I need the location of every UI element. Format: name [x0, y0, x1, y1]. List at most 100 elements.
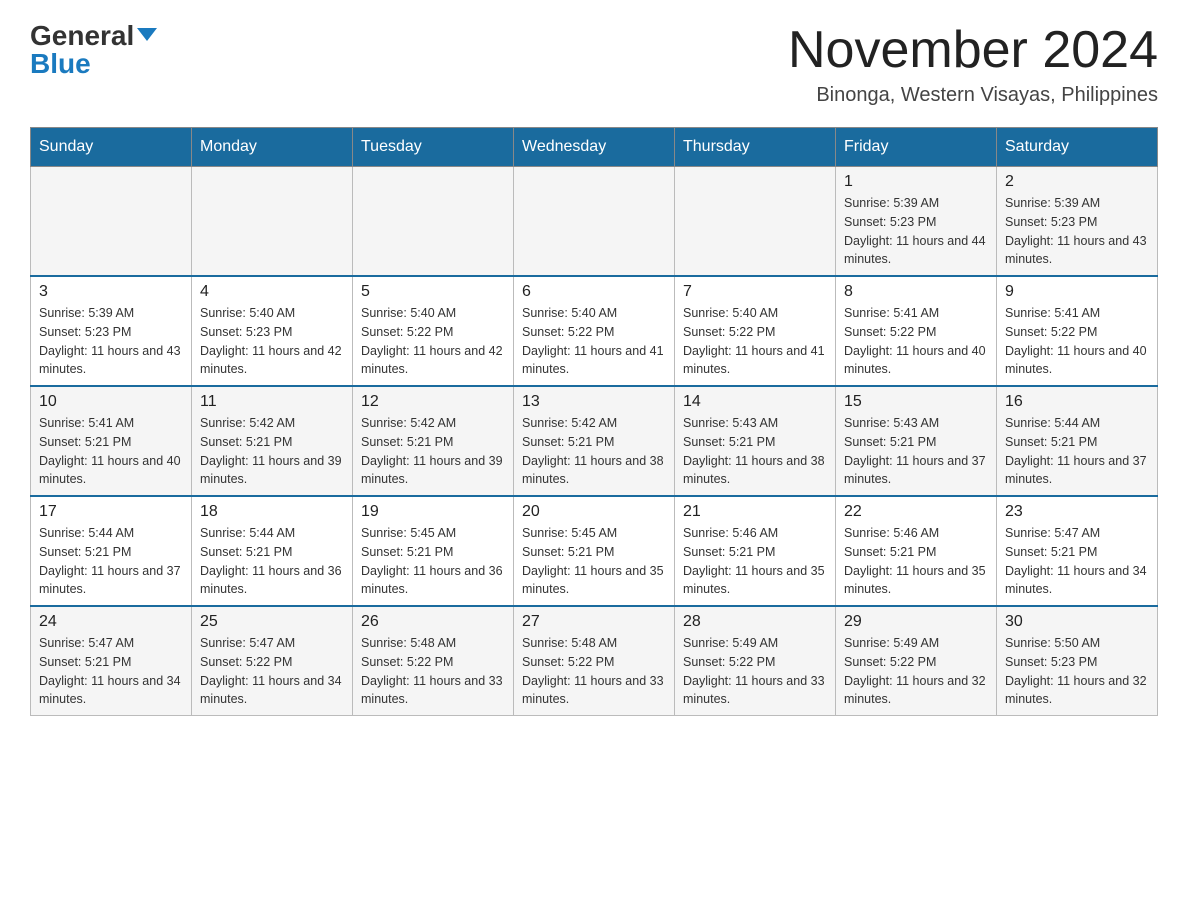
- day-number: 18: [200, 503, 344, 521]
- page-header: General Blue November 2024 Binonga, West…: [30, 20, 1158, 107]
- table-row: 2 Sunrise: 5:39 AM Sunset: 5:23 PM Dayli…: [997, 167, 1158, 277]
- sun-info: Sunrise: 5:40 AM Sunset: 5:22 PM Dayligh…: [522, 304, 666, 379]
- table-row: 11 Sunrise: 5:42 AM Sunset: 5:21 PM Dayl…: [192, 386, 353, 496]
- sunrise-text: Sunrise: 5:40 AM: [361, 306, 456, 320]
- day-number: 21: [683, 503, 827, 521]
- table-row: 18 Sunrise: 5:44 AM Sunset: 5:21 PM Dayl…: [192, 496, 353, 606]
- sunset-text: Sunset: 5:21 PM: [522, 435, 614, 449]
- day-number: 28: [683, 613, 827, 631]
- day-number: 1: [844, 173, 988, 191]
- calendar-header-row: Sunday Monday Tuesday Wednesday Thursday…: [31, 128, 1158, 167]
- col-sunday: Sunday: [31, 128, 192, 167]
- table-row: 14 Sunrise: 5:43 AM Sunset: 5:21 PM Dayl…: [675, 386, 836, 496]
- day-number: 29: [844, 613, 988, 631]
- sunset-text: Sunset: 5:21 PM: [1005, 545, 1097, 559]
- sunrise-text: Sunrise: 5:44 AM: [1005, 416, 1100, 430]
- sun-info: Sunrise: 5:41 AM Sunset: 5:21 PM Dayligh…: [39, 414, 183, 489]
- calendar-week-row: 3 Sunrise: 5:39 AM Sunset: 5:23 PM Dayli…: [31, 276, 1158, 386]
- sun-info: Sunrise: 5:42 AM Sunset: 5:21 PM Dayligh…: [522, 414, 666, 489]
- day-number: 6: [522, 283, 666, 301]
- daylight-text: Daylight: 11 hours and 35 minutes.: [844, 564, 986, 597]
- sunset-text: Sunset: 5:22 PM: [683, 655, 775, 669]
- sunrise-text: Sunrise: 5:47 AM: [39, 636, 134, 650]
- calendar-week-row: 17 Sunrise: 5:44 AM Sunset: 5:21 PM Dayl…: [31, 496, 1158, 606]
- sun-info: Sunrise: 5:44 AM Sunset: 5:21 PM Dayligh…: [1005, 414, 1149, 489]
- table-row: [675, 167, 836, 277]
- table-row: 26 Sunrise: 5:48 AM Sunset: 5:22 PM Dayl…: [353, 606, 514, 716]
- calendar-week-row: 1 Sunrise: 5:39 AM Sunset: 5:23 PM Dayli…: [31, 167, 1158, 277]
- sunset-text: Sunset: 5:21 PM: [39, 545, 131, 559]
- daylight-text: Daylight: 11 hours and 33 minutes.: [683, 674, 825, 707]
- sunset-text: Sunset: 5:22 PM: [361, 655, 453, 669]
- sunset-text: Sunset: 5:21 PM: [683, 435, 775, 449]
- col-friday: Friday: [836, 128, 997, 167]
- daylight-text: Daylight: 11 hours and 32 minutes.: [1005, 674, 1147, 707]
- sunset-text: Sunset: 5:22 PM: [522, 325, 614, 339]
- col-wednesday: Wednesday: [514, 128, 675, 167]
- sunrise-text: Sunrise: 5:44 AM: [39, 526, 134, 540]
- table-row: 27 Sunrise: 5:48 AM Sunset: 5:22 PM Dayl…: [514, 606, 675, 716]
- daylight-text: Daylight: 11 hours and 43 minutes.: [1005, 234, 1147, 267]
- table-row: [514, 167, 675, 277]
- sunrise-text: Sunrise: 5:40 AM: [683, 306, 778, 320]
- sunset-text: Sunset: 5:21 PM: [200, 545, 292, 559]
- daylight-text: Daylight: 11 hours and 34 minutes.: [1005, 564, 1147, 597]
- table-row: 29 Sunrise: 5:49 AM Sunset: 5:22 PM Dayl…: [836, 606, 997, 716]
- day-number: 12: [361, 393, 505, 411]
- sun-info: Sunrise: 5:43 AM Sunset: 5:21 PM Dayligh…: [844, 414, 988, 489]
- day-number: 25: [200, 613, 344, 631]
- sunrise-text: Sunrise: 5:41 AM: [39, 416, 134, 430]
- sun-info: Sunrise: 5:41 AM Sunset: 5:22 PM Dayligh…: [844, 304, 988, 379]
- sunset-text: Sunset: 5:22 PM: [200, 655, 292, 669]
- calendar-week-row: 10 Sunrise: 5:41 AM Sunset: 5:21 PM Dayl…: [31, 386, 1158, 496]
- table-row: 23 Sunrise: 5:47 AM Sunset: 5:21 PM Dayl…: [997, 496, 1158, 606]
- sunrise-text: Sunrise: 5:40 AM: [200, 306, 295, 320]
- sunrise-text: Sunrise: 5:49 AM: [683, 636, 778, 650]
- sun-info: Sunrise: 5:48 AM Sunset: 5:22 PM Dayligh…: [522, 634, 666, 709]
- sunset-text: Sunset: 5:21 PM: [522, 545, 614, 559]
- sun-info: Sunrise: 5:39 AM Sunset: 5:23 PM Dayligh…: [844, 194, 988, 269]
- table-row: [353, 167, 514, 277]
- daylight-text: Daylight: 11 hours and 39 minutes.: [200, 454, 342, 487]
- sunrise-text: Sunrise: 5:41 AM: [1005, 306, 1100, 320]
- day-number: 9: [1005, 283, 1149, 301]
- logo-arrow-icon: [137, 28, 157, 41]
- sunrise-text: Sunrise: 5:42 AM: [200, 416, 295, 430]
- sun-info: Sunrise: 5:41 AM Sunset: 5:22 PM Dayligh…: [1005, 304, 1149, 379]
- table-row: 6 Sunrise: 5:40 AM Sunset: 5:22 PM Dayli…: [514, 276, 675, 386]
- sunset-text: Sunset: 5:22 PM: [683, 325, 775, 339]
- table-row: [192, 167, 353, 277]
- sun-info: Sunrise: 5:48 AM Sunset: 5:22 PM Dayligh…: [361, 634, 505, 709]
- daylight-text: Daylight: 11 hours and 39 minutes.: [361, 454, 503, 487]
- daylight-text: Daylight: 11 hours and 33 minutes.: [522, 674, 664, 707]
- day-number: 27: [522, 613, 666, 631]
- daylight-text: Daylight: 11 hours and 37 minutes.: [1005, 454, 1147, 487]
- sun-info: Sunrise: 5:40 AM Sunset: 5:22 PM Dayligh…: [361, 304, 505, 379]
- sun-info: Sunrise: 5:47 AM Sunset: 5:21 PM Dayligh…: [39, 634, 183, 709]
- sunset-text: Sunset: 5:23 PM: [844, 215, 936, 229]
- table-row: [31, 167, 192, 277]
- sun-info: Sunrise: 5:45 AM Sunset: 5:21 PM Dayligh…: [361, 524, 505, 599]
- month-title: November 2024: [788, 20, 1158, 80]
- sunrise-text: Sunrise: 5:47 AM: [1005, 526, 1100, 540]
- day-number: 19: [361, 503, 505, 521]
- sun-info: Sunrise: 5:42 AM Sunset: 5:21 PM Dayligh…: [361, 414, 505, 489]
- sunrise-text: Sunrise: 5:39 AM: [844, 196, 939, 210]
- sun-info: Sunrise: 5:44 AM Sunset: 5:21 PM Dayligh…: [39, 524, 183, 599]
- table-row: 8 Sunrise: 5:41 AM Sunset: 5:22 PM Dayli…: [836, 276, 997, 386]
- sunrise-text: Sunrise: 5:39 AM: [39, 306, 134, 320]
- daylight-text: Daylight: 11 hours and 36 minutes.: [200, 564, 342, 597]
- table-row: 4 Sunrise: 5:40 AM Sunset: 5:23 PM Dayli…: [192, 276, 353, 386]
- day-number: 23: [1005, 503, 1149, 521]
- table-row: 9 Sunrise: 5:41 AM Sunset: 5:22 PM Dayli…: [997, 276, 1158, 386]
- daylight-text: Daylight: 11 hours and 32 minutes.: [844, 674, 986, 707]
- daylight-text: Daylight: 11 hours and 40 minutes.: [844, 344, 986, 377]
- daylight-text: Daylight: 11 hours and 38 minutes.: [683, 454, 825, 487]
- day-number: 7: [683, 283, 827, 301]
- sun-info: Sunrise: 5:40 AM Sunset: 5:23 PM Dayligh…: [200, 304, 344, 379]
- table-row: 3 Sunrise: 5:39 AM Sunset: 5:23 PM Dayli…: [31, 276, 192, 386]
- sun-info: Sunrise: 5:44 AM Sunset: 5:21 PM Dayligh…: [200, 524, 344, 599]
- daylight-text: Daylight: 11 hours and 34 minutes.: [200, 674, 342, 707]
- table-row: 7 Sunrise: 5:40 AM Sunset: 5:22 PM Dayli…: [675, 276, 836, 386]
- sunrise-text: Sunrise: 5:43 AM: [844, 416, 939, 430]
